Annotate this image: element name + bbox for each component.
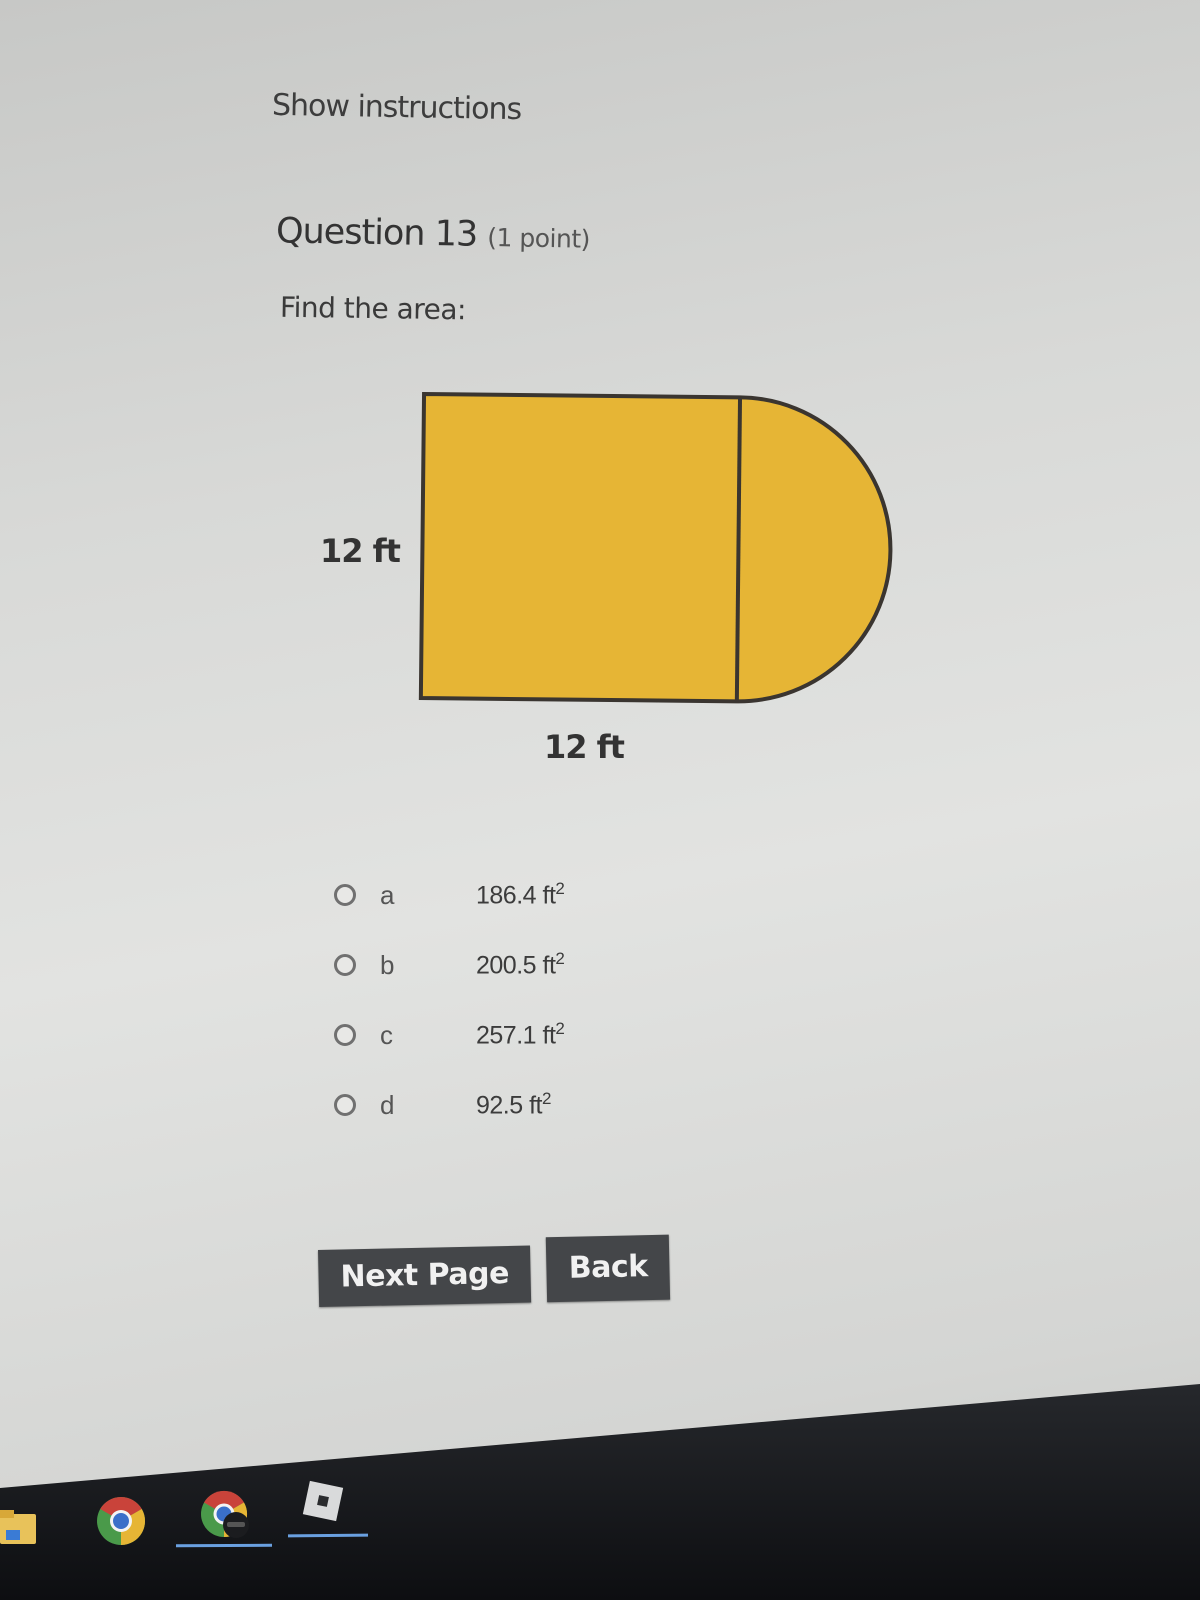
roblox-icon[interactable]: [302, 1480, 344, 1522]
file-explorer-icon[interactable]: [0, 1508, 36, 1548]
chrome-icon[interactable]: [96, 1496, 146, 1546]
active-app-indicator: [175, 1543, 273, 1548]
pinned-app-indicator: [287, 1533, 369, 1538]
chrome-profile-icon[interactable]: [200, 1490, 252, 1542]
taskbar: [0, 0, 1200, 1600]
